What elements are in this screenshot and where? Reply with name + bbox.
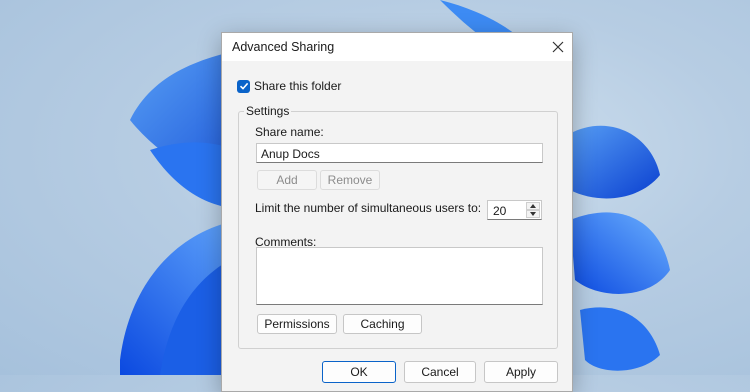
permissions-button[interactable]: Permissions bbox=[257, 314, 337, 334]
cancel-button[interactable]: Cancel bbox=[404, 361, 476, 383]
decrement-button[interactable] bbox=[526, 210, 540, 218]
close-icon bbox=[552, 41, 564, 53]
share-name-label: Share name: bbox=[255, 125, 324, 139]
chevron-down-icon bbox=[530, 212, 536, 216]
remove-button[interactable]: Remove bbox=[320, 170, 380, 190]
user-limit-value[interactable]: 20 bbox=[493, 204, 506, 218]
share-folder-label: Share this folder bbox=[254, 79, 342, 93]
share-folder-checkbox-row[interactable]: Share this folder bbox=[237, 79, 341, 93]
increment-button[interactable] bbox=[526, 202, 540, 210]
user-limit-label: Limit the number of simultaneous users t… bbox=[255, 201, 482, 215]
checkmark-icon bbox=[239, 82, 248, 90]
add-button[interactable]: Add bbox=[257, 170, 317, 190]
ok-button[interactable]: OK bbox=[322, 361, 396, 383]
advanced-sharing-dialog: Advanced Sharing Share this folder Setti… bbox=[221, 32, 573, 392]
share-name-input[interactable]: Anup Docs bbox=[256, 143, 543, 163]
title-bar[interactable]: Advanced Sharing bbox=[222, 33, 572, 61]
stepper-buttons bbox=[526, 202, 540, 218]
settings-group-label: Settings bbox=[244, 104, 292, 118]
caching-button[interactable]: Caching bbox=[343, 314, 422, 334]
apply-button[interactable]: Apply bbox=[484, 361, 558, 383]
share-folder-checkbox[interactable] bbox=[237, 79, 250, 93]
close-button[interactable] bbox=[544, 33, 572, 61]
chevron-up-icon bbox=[530, 204, 536, 208]
dialog-title: Advanced Sharing bbox=[232, 40, 335, 54]
user-limit-stepper[interactable]: 20 bbox=[487, 200, 542, 220]
comments-textarea[interactable] bbox=[256, 247, 543, 305]
